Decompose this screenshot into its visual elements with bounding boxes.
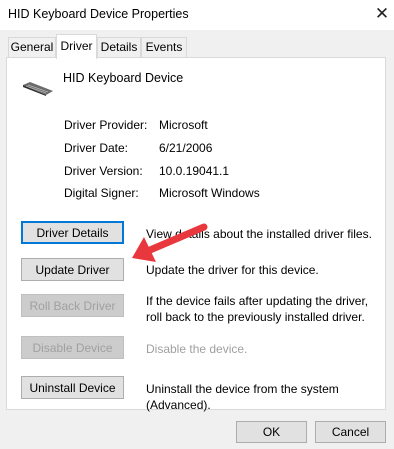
driver-date-label: Driver Date: (64, 141, 129, 155)
tab-general[interactable]: General (8, 37, 56, 57)
driver-provider-label: Driver Provider: (64, 118, 148, 132)
driver-details-description: View details about the installed driver … (146, 227, 372, 241)
driver-date-value: 6/21/2006 (159, 141, 213, 155)
update-driver-description: Update the driver for this device. (146, 263, 319, 277)
driver-version-value: 10.0.19041.1 (159, 164, 230, 178)
uninstall-device-description: Uninstall the device from the system (Ad… (146, 382, 339, 412)
driver-details-button[interactable]: Driver Details (21, 221, 124, 244)
device-name: HID Keyboard Device (63, 71, 184, 85)
ok-button[interactable]: OK (236, 421, 307, 443)
roll-back-driver-button[interactable]: Roll Back Driver (21, 294, 124, 317)
roll-back-driver-description: If the device fails after updating the d… (146, 294, 369, 324)
close-icon[interactable]: ✕ (372, 3, 392, 25)
cancel-button[interactable]: Cancel (315, 421, 386, 443)
digital-signer-label: Digital Signer: (64, 186, 139, 200)
disable-device-button[interactable]: Disable Device (21, 336, 124, 359)
keyboard-icon (23, 82, 53, 96)
update-driver-button[interactable]: Update Driver (21, 258, 124, 281)
driver-version-label: Driver Version: (64, 164, 143, 178)
window-title: HID Keyboard Device Properties (8, 7, 189, 21)
driver-provider-value: Microsoft (159, 118, 208, 132)
uninstall-device-button[interactable]: Uninstall Device (21, 376, 124, 399)
title-bar: HID Keyboard Device Properties ✕ (0, 0, 394, 30)
tab-details[interactable]: Details (97, 37, 141, 57)
digital-signer-value: Microsoft Windows (159, 186, 260, 200)
tab-driver[interactable]: Driver (56, 34, 97, 59)
disable-device-description: Disable the device. (146, 342, 248, 356)
tab-events[interactable]: Events (141, 37, 187, 57)
